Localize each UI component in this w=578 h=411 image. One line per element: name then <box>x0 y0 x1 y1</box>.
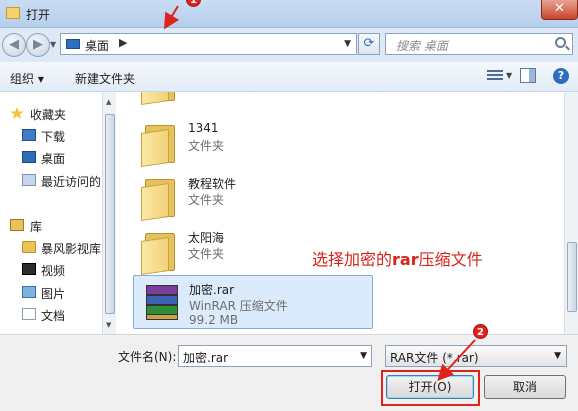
sidebar-item-pictures[interactable]: 图片 <box>0 283 102 303</box>
chevron-down-icon[interactable]: ▼ <box>360 351 367 361</box>
folder-icon <box>141 121 179 167</box>
open-button[interactable]: 打开(O) <box>386 375 474 399</box>
sidebar-item-label: 视频 <box>41 264 66 278</box>
file-type: 文件夹 <box>188 193 225 207</box>
annotation-part: 选择加密的 <box>312 250 393 269</box>
sidebar-item-label: 最近访问的 <box>41 175 102 189</box>
winrar-archive-icon <box>142 281 180 325</box>
scroll-down-icon[interactable]: ▼ <box>106 321 111 329</box>
refresh-button[interactable]: ⟳ <box>358 33 380 55</box>
address-path[interactable]: 桌面 <box>85 37 109 54</box>
file-name: 加密.rar <box>189 283 235 297</box>
cancel-button[interactable]: 取消 <box>484 375 566 399</box>
sidebar-item-desktop[interactable]: 桌面 <box>0 148 102 168</box>
help-icon[interactable]: ? <box>553 68 569 84</box>
scrollbar-thumb[interactable] <box>105 114 115 314</box>
dialog-footer: 文件名(N): 加密.rar ▼ RAR文件 (*.rar) ▼ 打开(O) 取… <box>0 334 578 411</box>
sidebar-item-label: 库 <box>30 220 43 234</box>
desktop-icon <box>22 151 36 163</box>
sidebar-item-label: 暴风影视库 <box>41 242 102 256</box>
recent-places-icon <box>22 174 36 186</box>
picture-icon <box>22 286 36 298</box>
chevron-down-icon[interactable]: ▼ <box>554 351 561 361</box>
sidebar-item-label: 文档 <box>41 309 66 323</box>
annotation-part: rar <box>392 250 419 269</box>
sidebar-item-label: 图片 <box>41 287 66 301</box>
filename-label: 文件名(N): <box>118 350 177 364</box>
filetype-select[interactable]: RAR文件 (*.rar) ▼ <box>385 345 567 367</box>
list-item-folder[interactable]: 教程软件 文件夹 <box>133 170 373 224</box>
file-name: 太阳海 <box>188 231 225 245</box>
sidebar-item-favorites[interactable]: 收藏夹 <box>0 104 102 124</box>
star-icon <box>10 107 24 119</box>
scroll-up-icon[interactable]: ▲ <box>106 98 111 106</box>
folder-icon <box>141 92 179 105</box>
search-icon[interactable] <box>555 37 566 48</box>
folder-icon <box>141 229 179 275</box>
desktop-icon <box>66 39 80 49</box>
filename-input[interactable]: 加密.rar ▼ <box>178 345 372 367</box>
organize-button[interactable]: 组织 ▾ <box>10 70 44 87</box>
toolbar: 组织 ▾ 新建文件夹 ▼ ? <box>0 62 578 92</box>
folder-icon <box>6 7 20 19</box>
sidebar-item-downloads[interactable]: 下载 <box>0 126 102 146</box>
sidebar-item-recent[interactable]: 最近访问的 <box>0 171 102 191</box>
window-title: 打开 <box>26 8 51 22</box>
library-icon <box>10 219 24 231</box>
list-item-folder[interactable]: 文件夹 <box>133 92 373 108</box>
file-type: WinRAR 压缩文件 <box>189 299 288 313</box>
list-item-folder[interactable]: 1341 文件夹 <box>133 116 373 170</box>
preview-pane-icon[interactable] <box>520 68 536 83</box>
scrollbar-thumb[interactable] <box>567 242 577 312</box>
sidebar-item-label: 桌面 <box>41 152 66 166</box>
file-size: 99.2 MB <box>189 313 239 327</box>
sidebar-item-documents[interactable]: 文档 <box>0 305 102 325</box>
file-name: 教程软件 <box>188 177 237 191</box>
forward-button[interactable]: ▶ <box>26 33 50 57</box>
file-type: 文件夹 <box>188 247 225 261</box>
address-bar[interactable]: 桌面 ▶ ▼ <box>60 33 357 55</box>
close-button[interactable]: ✕ <box>541 0 578 20</box>
folder-icon <box>141 175 179 221</box>
file-list-scrollbar[interactable] <box>564 92 578 334</box>
filename-value[interactable]: 加密.rar <box>183 349 228 366</box>
sidebar-item-label: 下载 <box>41 130 66 144</box>
search-placeholder: 搜索 桌面 <box>396 39 448 53</box>
navigation-scrollbar[interactable]: ▲ ▼ <box>102 92 116 334</box>
sidebar-item-label: 收藏夹 <box>30 108 67 122</box>
list-item-rar-file[interactable]: 加密.rar WinRAR 压缩文件 99.2 MB <box>133 275 373 329</box>
back-button[interactable]: ◀ <box>2 33 26 57</box>
address-row: ◀ ▶ ▼ 桌面 ▶ ▼ ⟳ 搜索 桌面 <box>0 28 578 62</box>
navigation-pane: 收藏夹 下载 桌面 最近访问的 库 暴风影视库 视频 图片 文档 <box>0 92 102 334</box>
search-input[interactable]: 搜索 桌面 <box>385 33 573 55</box>
view-options-icon[interactable] <box>487 68 503 83</box>
sidebar-item-videos[interactable]: 视频 <box>0 260 102 280</box>
chevron-right-icon[interactable]: ▶ <box>119 36 127 49</box>
chevron-down-icon[interactable]: ▼ <box>344 39 351 49</box>
file-list: 文件夹 1341 文件夹 教程软件 文件夹 太阳海 文件夹 加密.rar Win… <box>117 92 564 334</box>
video-icon <box>22 263 36 275</box>
title-bar: 打开 ✕ <box>0 0 578 28</box>
new-folder-button[interactable]: 新建文件夹 <box>75 70 135 87</box>
file-name: 1341 <box>188 121 219 135</box>
file-type: 文件夹 <box>188 139 225 153</box>
download-folder-icon <box>22 129 36 141</box>
chevron-down-icon[interactable]: ▼ <box>506 71 512 80</box>
document-icon <box>22 308 36 320</box>
annotation-part: 压缩文件 <box>418 250 483 269</box>
annotation-text: 选择加密的rar压缩文件 <box>312 246 483 270</box>
folder-icon <box>22 241 36 253</box>
sidebar-item-baofeng[interactable]: 暴风影视库 <box>0 238 102 258</box>
step-badge-2: 2 <box>473 324 488 339</box>
recent-locations-dropdown[interactable]: ▼ <box>50 40 56 49</box>
sidebar-item-libraries[interactable]: 库 <box>0 216 102 236</box>
filetype-value: RAR文件 (*.rar) <box>390 351 479 365</box>
